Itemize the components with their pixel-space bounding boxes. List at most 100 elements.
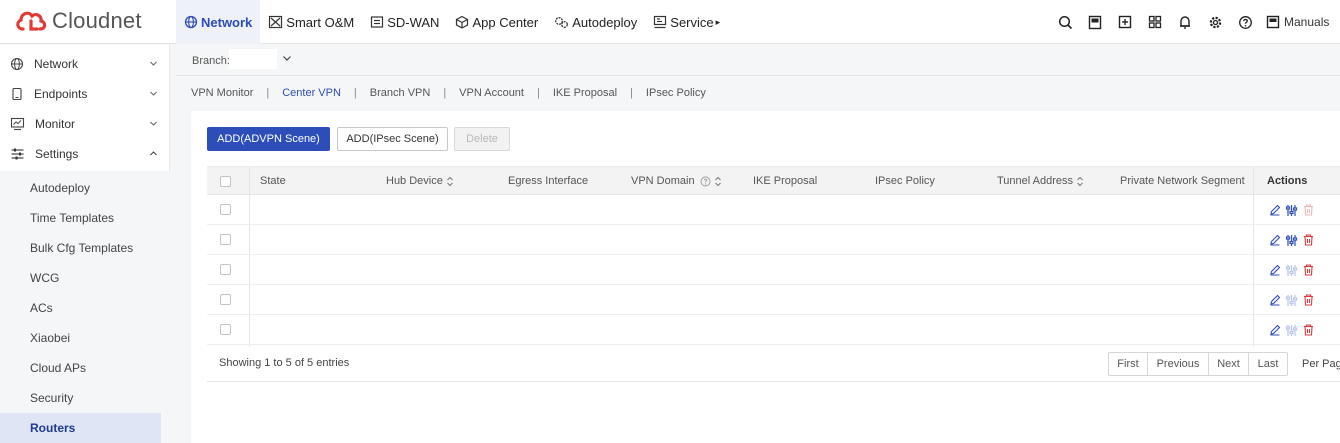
tab-center-vpn[interactable]: Center VPN — [282, 87, 341, 99]
row-checkbox[interactable] — [220, 264, 231, 275]
configure-icon[interactable] — [1283, 203, 1300, 217]
vpn-subtabs: VPN Monitor | Center VPN | Branch VPN | … — [176, 76, 1340, 109]
sidebar-subitem-wcg[interactable]: WCG — [0, 263, 170, 293]
search-icon[interactable] — [1050, 0, 1080, 44]
delete-button[interactable]: Delete — [454, 127, 510, 151]
cloudnet-logo[interactable]: Cloudnet — [14, 6, 142, 36]
chevron-down-icon[interactable] — [282, 54, 292, 63]
sort-icon[interactable] — [446, 176, 454, 187]
previous-page-button[interactable]: Previous — [1148, 353, 1209, 375]
edit-icon[interactable] — [1266, 203, 1283, 217]
info-icon[interactable] — [700, 176, 711, 187]
add-ipsec-button[interactable]: ADD(IPsec Scene) — [337, 127, 448, 151]
service-icon — [654, 15, 667, 29]
sidebar-subitem-acs[interactable]: ACs — [0, 293, 170, 323]
next-page-button[interactable]: Next — [1209, 353, 1249, 375]
sidebar-subitem-autodeploy[interactable]: Autodeploy — [0, 173, 170, 203]
tab-vpn-monitor[interactable]: VPN Monitor — [191, 87, 253, 99]
nav-autodeploy[interactable]: Autodeploy — [546, 0, 645, 44]
nav-sd-wan[interactable]: SD-WAN — [362, 0, 447, 44]
column-header-vpn-domain[interactable]: VPN Domain — [631, 175, 722, 187]
sidebar-subitem-time-templates[interactable]: Time Templates — [0, 203, 170, 233]
sidebar-item-label: Network — [34, 57, 79, 71]
per-page-label: Per Pag — [1302, 358, 1340, 370]
column-header-label: Private Network Segment — [1120, 175, 1245, 187]
chevron-down-icon — [150, 121, 157, 126]
delete-icon[interactable] — [1300, 263, 1317, 277]
tab-branch-vpn[interactable]: Branch VPN — [370, 87, 431, 99]
configure-icon[interactable] — [1283, 233, 1300, 247]
sidebar-item-label: Monitor — [35, 117, 76, 131]
last-page-button[interactable]: Last — [1249, 353, 1287, 375]
chevron-down-icon — [150, 91, 157, 96]
nav-service-caret: ▸ — [715, 16, 721, 27]
add-advpn-button[interactable]: ADD(ADVPN Scene) — [207, 127, 330, 151]
nav-autodeploy-label: Autodeploy — [572, 14, 638, 30]
sidebar-item-endpoints[interactable]: Endpoints — [0, 79, 170, 109]
sidebar-item-network[interactable]: Network — [0, 49, 170, 79]
first-page-button[interactable]: First — [1109, 353, 1148, 375]
column-header-label: VPN Domain — [631, 175, 695, 187]
nav-app-center[interactable]: App Center — [447, 0, 546, 44]
help-icon[interactable] — [1230, 0, 1260, 44]
sidebar-subitem-bulk-cfg-templates[interactable]: Bulk Cfg Templates — [0, 233, 170, 263]
branch-bar: Branch: — [176, 45, 1340, 76]
configure-icon[interactable] — [1283, 293, 1300, 307]
branch-select[interactable] — [229, 49, 277, 69]
chevron-down-icon — [150, 61, 157, 66]
manuals-link[interactable]: Manuals — [1260, 15, 1340, 29]
sidebar-item-label: Settings — [35, 147, 79, 161]
sidebar-subitem-routers[interactable]: Routers — [0, 413, 161, 443]
delete-icon[interactable] — [1300, 323, 1317, 337]
nav-service[interactable]: Service ▸ — [645, 0, 728, 44]
sort-icon[interactable] — [1076, 176, 1084, 187]
main-nav: Network Smart O&M SD-WAN App Center Auto… — [176, 0, 728, 44]
sidebar-item-settings[interactable]: Settings — [0, 139, 170, 169]
bell-icon[interactable] — [1170, 0, 1200, 44]
column-header-hub-device[interactable]: Hub Device — [386, 175, 454, 187]
sidebar-subitem-security[interactable]: Security — [0, 383, 170, 413]
sidebar-subitem-xiaobei[interactable]: Xiaobei — [0, 323, 170, 353]
row-checkbox[interactable] — [220, 204, 231, 215]
sort-icon[interactable] — [714, 176, 722, 187]
row-checkbox[interactable] — [220, 294, 231, 305]
sidebar-subitem-cloud-aps[interactable]: Cloud APs — [0, 353, 170, 383]
branch-label: Branch: — [192, 55, 230, 67]
delete-icon[interactable] — [1300, 203, 1317, 217]
row-actions — [1266, 233, 1317, 247]
row-actions — [1266, 203, 1317, 217]
device-icon — [12, 87, 22, 101]
column-header-ike-proposal: IKE Proposal — [753, 175, 817, 187]
plus-square-icon[interactable] — [1110, 0, 1140, 44]
nav-network[interactable]: Network — [176, 0, 261, 44]
tab-separator: | — [266, 86, 270, 99]
center-vpn-panel: ADD(ADVPN Scene) ADD(IPsec Scene) Delete… — [191, 111, 1340, 443]
column-header-state: State — [260, 175, 286, 187]
configure-icon[interactable] — [1283, 323, 1300, 337]
nav-smart-om[interactable]: Smart O&M — [260, 0, 362, 44]
row-checkbox[interactable] — [220, 324, 231, 335]
delete-icon[interactable] — [1300, 233, 1317, 247]
edit-icon[interactable] — [1266, 323, 1283, 337]
sidebar-item-monitor[interactable]: Monitor — [0, 109, 170, 139]
column-header-tunnel-address[interactable]: Tunnel Address — [997, 175, 1084, 187]
configure-icon[interactable] — [1283, 263, 1300, 277]
table-row — [207, 255, 1340, 285]
edit-icon[interactable] — [1266, 293, 1283, 307]
row-actions — [1266, 263, 1317, 277]
edit-icon[interactable] — [1266, 233, 1283, 247]
gear-icon[interactable] — [1200, 0, 1230, 44]
tab-vpn-account[interactable]: VPN Account — [459, 87, 524, 99]
grid-icon[interactable] — [1140, 0, 1170, 44]
row-checkbox[interactable] — [220, 234, 231, 245]
tab-ipsec-policy[interactable]: IPsec Policy — [646, 87, 706, 99]
nav-sd-wan-label: SD-WAN — [387, 14, 440, 30]
delete-icon[interactable] — [1300, 293, 1317, 307]
column-header-label: Egress Interface — [508, 175, 589, 187]
notebook-icon[interactable] — [1080, 0, 1110, 44]
chevron-up-icon — [150, 151, 157, 156]
select-all-checkbox[interactable] — [220, 176, 231, 187]
tab-ike-proposal[interactable]: IKE Proposal — [553, 87, 617, 99]
edit-icon[interactable] — [1266, 263, 1283, 277]
column-header-label: Tunnel Address — [997, 175, 1074, 187]
